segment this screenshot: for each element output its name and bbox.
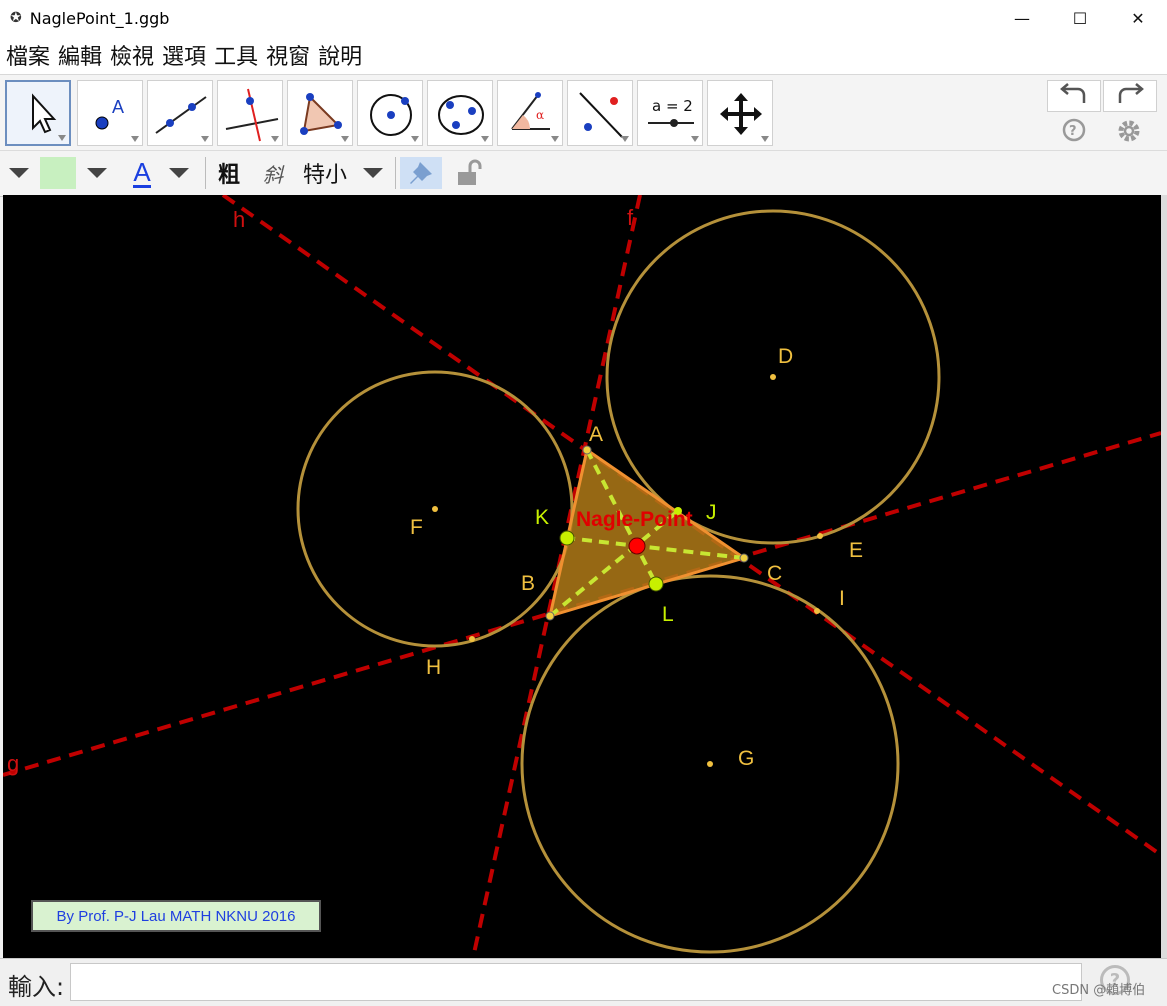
- reflect-tool-button[interactable]: [567, 80, 633, 146]
- italic-button[interactable]: 斜: [256, 157, 290, 189]
- lock-button[interactable]: [448, 157, 488, 189]
- menu-help[interactable]: 說明: [318, 39, 362, 71]
- unlock-icon: [458, 159, 482, 185]
- toolbar-help-icon[interactable]: ?: [1061, 117, 1087, 147]
- svg-text:α: α: [536, 108, 544, 122]
- menu-edit[interactable]: 編輯: [58, 39, 102, 71]
- label-I: I: [839, 587, 845, 610]
- text-color-button[interactable]: A: [122, 157, 162, 189]
- settings-gear-icon[interactable]: [1115, 117, 1143, 149]
- label-J: J: [706, 501, 717, 524]
- point-H[interactable]: [469, 636, 475, 642]
- menu-bar: 檔案 編輯 檢視 選項 工具 視窗 說明: [0, 36, 1167, 74]
- undo-button[interactable]: [1047, 80, 1101, 112]
- bold-button[interactable]: 粗: [212, 157, 246, 189]
- label-B: B: [521, 572, 535, 595]
- label-nagle-point: Nagle-Point: [576, 508, 693, 531]
- label-H: H: [426, 656, 441, 679]
- point-G[interactable]: [707, 761, 713, 767]
- divider: [204, 157, 206, 189]
- bold-label: 粗: [217, 163, 240, 188]
- credit-text-box[interactable]: By Prof. P-J Lau MATH NKNU 2016: [31, 900, 321, 932]
- point-D[interactable]: [770, 374, 776, 380]
- point-I[interactable]: [814, 608, 820, 614]
- point-K[interactable]: [559, 530, 575, 546]
- point-B[interactable]: [545, 611, 555, 621]
- style-bar: A 粗 斜 特小: [0, 150, 1167, 197]
- color-dropdown-icon[interactable]: [82, 157, 112, 189]
- text-size-dropdown-icon[interactable]: [358, 157, 388, 189]
- label-F: F: [410, 516, 423, 539]
- angle-tool-button[interactable]: α: [497, 80, 563, 146]
- move-view-tool-button[interactable]: [707, 80, 773, 146]
- label-h: h: [233, 207, 245, 232]
- nagle-point[interactable]: [628, 537, 646, 555]
- label-G: G: [738, 747, 754, 770]
- toggle-stylebar-icon[interactable]: [4, 157, 34, 189]
- label-A: A: [589, 423, 603, 446]
- tool-bar: A α a = 2 ?: [0, 74, 1167, 151]
- slider-icon-text: a = 2: [652, 97, 693, 115]
- menu-view[interactable]: 檢視: [110, 39, 154, 71]
- minimize-button[interactable]: —: [993, 0, 1051, 36]
- line-tool-button[interactable]: [147, 80, 213, 146]
- label-g: g: [7, 751, 19, 776]
- graphics-view[interactable]: h f g A B C D E F G H I J K L Nagle-Poin…: [3, 195, 1161, 958]
- menu-window[interactable]: 視窗: [266, 39, 310, 71]
- undo-icon: [1060, 83, 1086, 103]
- menu-options[interactable]: 選項: [162, 39, 206, 71]
- point-L[interactable]: [648, 576, 664, 592]
- point-E[interactable]: [817, 533, 823, 539]
- polygon-tool-button[interactable]: [287, 80, 353, 146]
- menu-tools[interactable]: 工具: [214, 39, 258, 71]
- svg-text:?: ?: [1069, 124, 1077, 139]
- point-tool-button[interactable]: A: [77, 80, 143, 146]
- text-size-button[interactable]: 特小: [296, 157, 354, 189]
- label-K: K: [535, 506, 549, 529]
- point-F[interactable]: [432, 506, 438, 512]
- geometry-drawing[interactable]: h f g A B C D E F G H I J K L Nagle-Poin…: [3, 195, 1161, 958]
- title-bar: ✪ NaglePoint_1.ggb — ☐ ✕: [0, 0, 1167, 37]
- label-E: E: [849, 539, 863, 562]
- command-input[interactable]: [70, 963, 1082, 1001]
- maximize-button[interactable]: ☐: [1051, 0, 1109, 36]
- pin-button[interactable]: [400, 157, 442, 189]
- circle-center-tool-button[interactable]: [357, 80, 423, 146]
- slider-tool-button[interactable]: a = 2: [637, 80, 703, 146]
- input-label: 輸入:: [8, 973, 65, 1001]
- label-C: C: [767, 562, 782, 585]
- label-f: f: [627, 205, 634, 230]
- label-L: L: [662, 603, 674, 626]
- redo-icon: [1118, 83, 1144, 103]
- input-bar: 輸入: ? CSDN @賴博伯: [0, 958, 1167, 1006]
- move-tool-button[interactable]: [5, 80, 71, 146]
- italic-label: 斜: [263, 162, 283, 187]
- right-edge-panel: [1161, 195, 1167, 958]
- redo-button[interactable]: [1103, 80, 1157, 112]
- pin-icon: [410, 162, 432, 184]
- divider: [394, 157, 396, 189]
- point-A[interactable]: [582, 445, 592, 455]
- watermark-text: CSDN @賴博伯: [1052, 983, 1146, 998]
- close-button[interactable]: ✕: [1109, 0, 1167, 36]
- text-color-dropdown-icon[interactable]: [164, 157, 194, 189]
- geogebra-app-icon: ✪: [10, 10, 22, 26]
- text-size-label: 特小: [302, 163, 347, 188]
- text-color-label: A: [133, 156, 151, 188]
- window-title: NaglePoint_1.ggb: [29, 8, 170, 28]
- menu-file[interactable]: 檔案: [6, 39, 50, 71]
- point-C[interactable]: [739, 553, 749, 563]
- svg-text:A: A: [112, 97, 124, 117]
- perpendicular-tool-button[interactable]: [217, 80, 283, 146]
- color-swatch[interactable]: [40, 157, 76, 189]
- label-D: D: [778, 345, 793, 368]
- window-controls: — ☐ ✕: [993, 0, 1167, 36]
- circle-three-points-tool-button[interactable]: [427, 80, 493, 146]
